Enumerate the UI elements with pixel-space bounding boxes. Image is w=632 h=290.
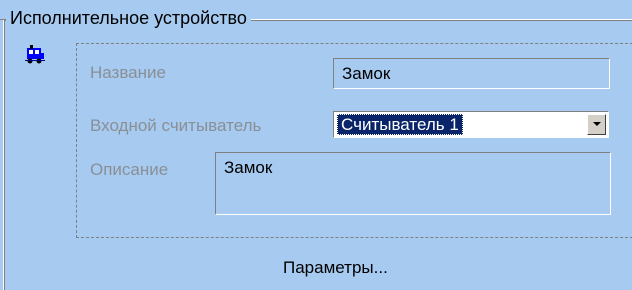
input-reader-label: Входной считыватель: [90, 116, 262, 135]
description-label: Описание: [90, 160, 169, 179]
description-field-value: Замок: [224, 158, 273, 177]
input-reader-selected-value: Считыватель 1: [337, 114, 463, 135]
description-field[interactable]: Замок: [215, 152, 611, 215]
name-field-value: Замок: [342, 64, 391, 83]
groupbox-title: Исполнительное устройство: [6, 6, 251, 30]
name-field[interactable]: Замок: [333, 58, 610, 89]
parameters-button[interactable]: Параметры...: [283, 258, 388, 278]
input-reader-select[interactable]: Считыватель 1: [333, 111, 609, 138]
dropdown-arrow-button[interactable]: [587, 114, 606, 135]
chevron-down-icon: [593, 122, 601, 126]
train-icon: [25, 45, 45, 64]
name-label: Название: [90, 63, 166, 82]
